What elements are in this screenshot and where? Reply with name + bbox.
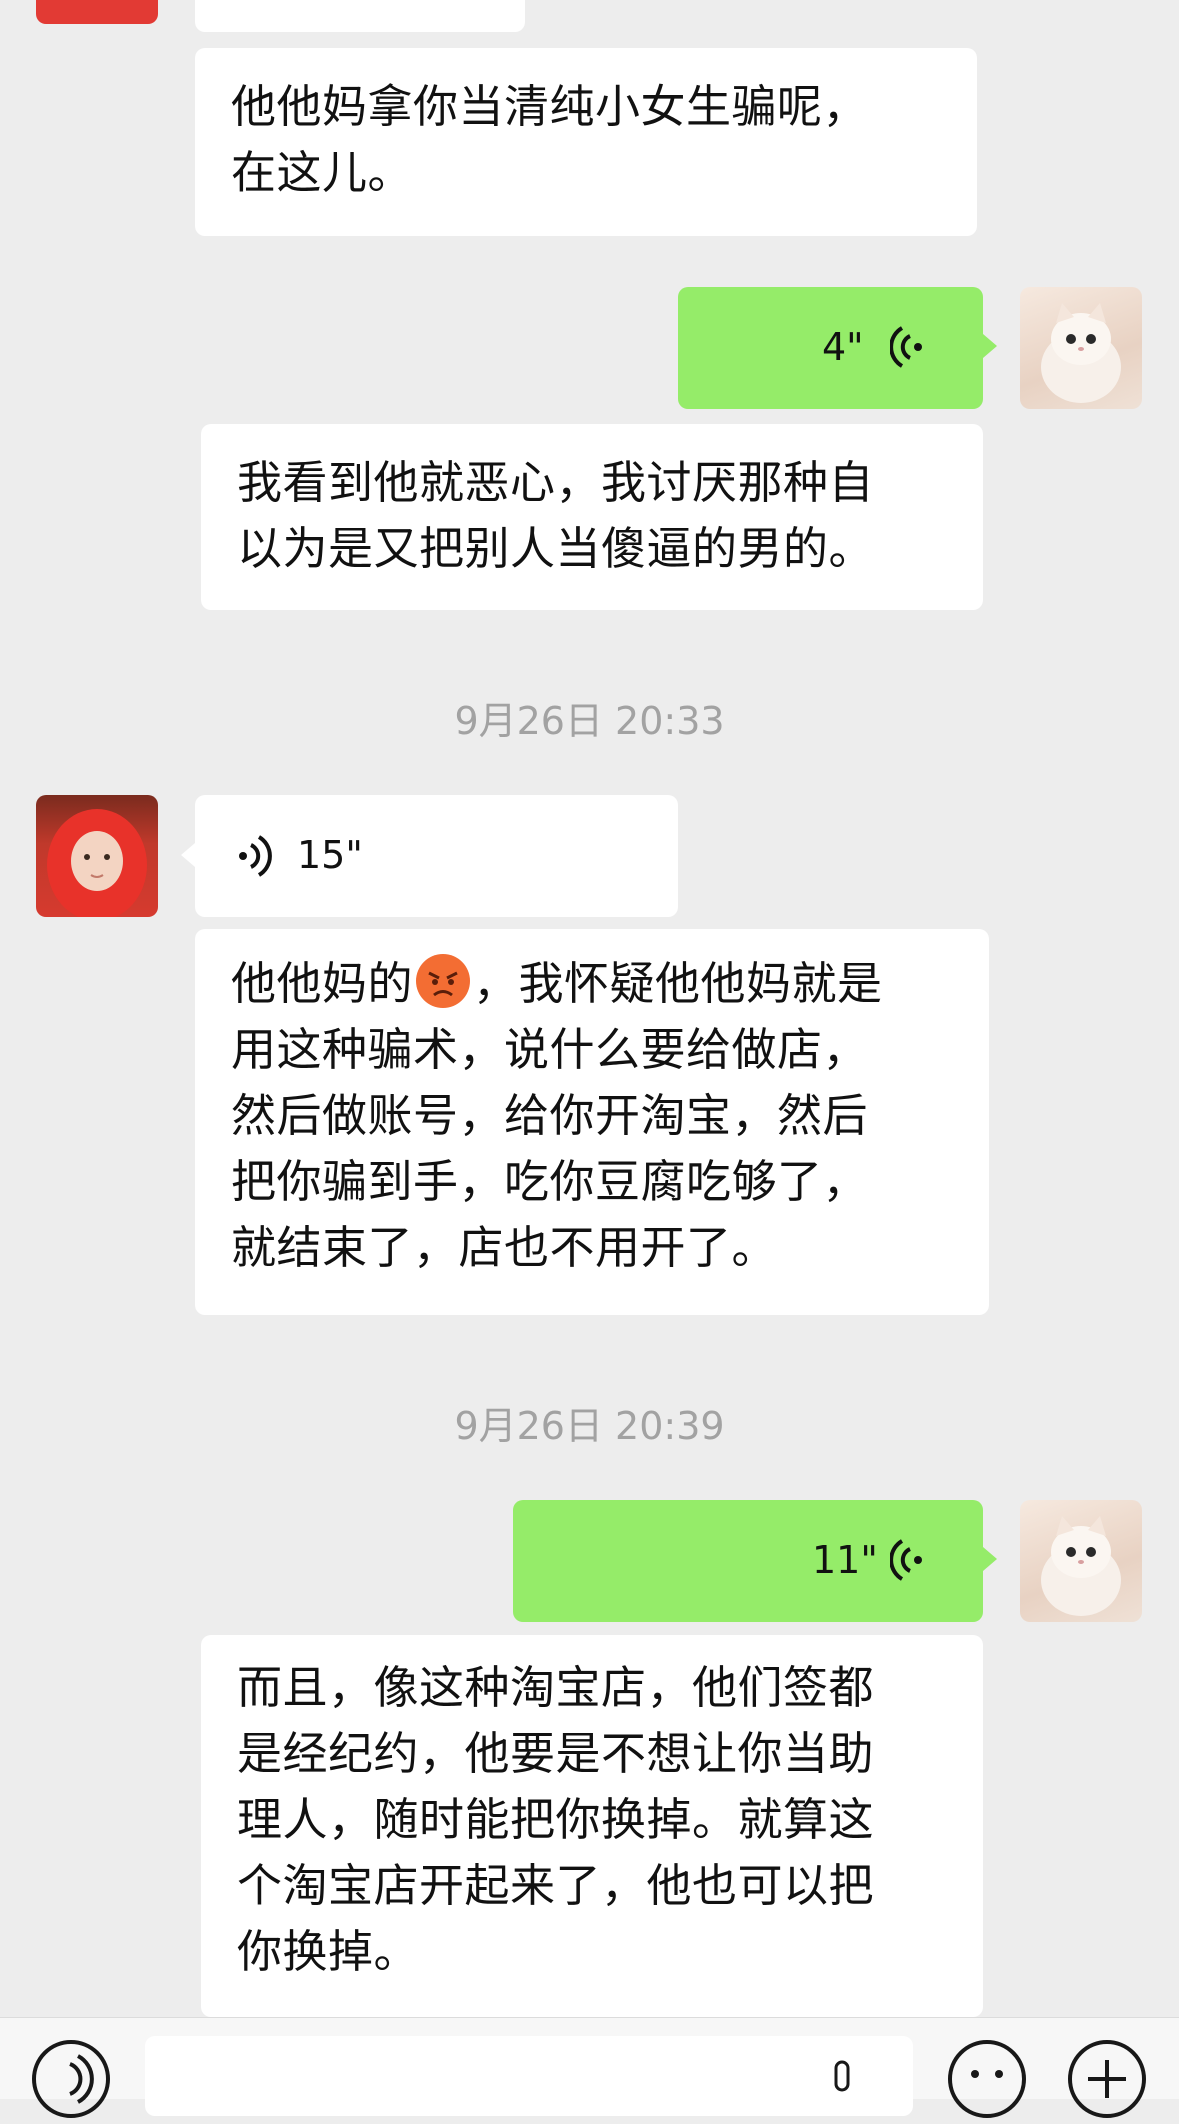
message-bubble-received[interactable]: 他他妈的 ，我怀疑他他妈就是 用这种骗术，说什么要给做店， 然后做账号，给你开淘宝…: [195, 929, 989, 1315]
bubble-tail: [983, 1547, 997, 1571]
message-text-part: 他他妈的: [231, 957, 414, 1010]
voice-message-sent[interactable]: 11": [513, 1500, 983, 1622]
voice-wave-icon: [889, 1535, 930, 1589]
cat-avatar-icon: [1041, 303, 1121, 403]
bubble-tail: [983, 334, 997, 358]
voice-duration: 11": [812, 1538, 878, 1582]
message-bubble-received[interactable]: 而且，像这种淘宝店，他们签都 是经纪约，他要是不想让你当助 理人，随时能把你换掉…: [201, 1635, 983, 2017]
message-bubble-partial: [195, 0, 525, 32]
message-bubble-received[interactable]: 他他妈拿你当清纯小女生骗呢， 在这儿。: [195, 48, 977, 236]
contact-avatar-partial[interactable]: [36, 0, 158, 24]
message-text: 而且，像这种淘宝店，他们签都 是经纪约，他要是不想让你当助 理人，随时能把你换掉…: [237, 1661, 875, 1978]
message-bubble-received[interactable]: 我看到他就恶心，我讨厌那种自 以为是又把别人当傻逼的男的。: [201, 424, 983, 610]
voice-message-sent[interactable]: 4": [678, 287, 983, 409]
message-input[interactable]: [145, 2036, 913, 2116]
child-avatar-icon: [47, 809, 147, 917]
message-text: 他他妈拿你当清纯小女生骗呢， 在这儿。: [231, 80, 869, 199]
mic-icon[interactable]: [827, 2058, 857, 2112]
voice-toggle-icon[interactable]: [30, 2038, 112, 2124]
voice-message-received[interactable]: 15": [195, 795, 678, 917]
self-avatar[interactable]: [1020, 1500, 1142, 1622]
timestamp: 9月26日 20:33: [454, 699, 725, 743]
cat-avatar-icon: [1041, 1516, 1121, 1616]
emoji-icon[interactable]: [946, 2038, 1028, 2124]
angry-face-icon: [415, 953, 471, 1009]
self-avatar[interactable]: [1020, 287, 1142, 409]
contact-avatar[interactable]: [36, 795, 158, 917]
input-bar: [0, 2017, 1179, 2118]
voice-duration: 4": [822, 325, 864, 369]
message-text: 他他妈的 ，我怀疑他他妈就是 用这种骗术，说什么要给做店， 然后做账号，给你开淘宝…: [231, 951, 953, 1281]
voice-wave-icon: [889, 322, 930, 376]
bubble-tail: [181, 843, 195, 867]
plus-icon[interactable]: [1066, 2038, 1148, 2124]
message-text: 我看到他就恶心，我讨厌那种自 以为是又把别人当傻逼的男的。: [237, 456, 875, 575]
voice-duration: 15": [297, 833, 363, 877]
timestamp: 9月26日 20:39: [454, 1404, 725, 1448]
voice-wave-icon: [233, 831, 273, 885]
